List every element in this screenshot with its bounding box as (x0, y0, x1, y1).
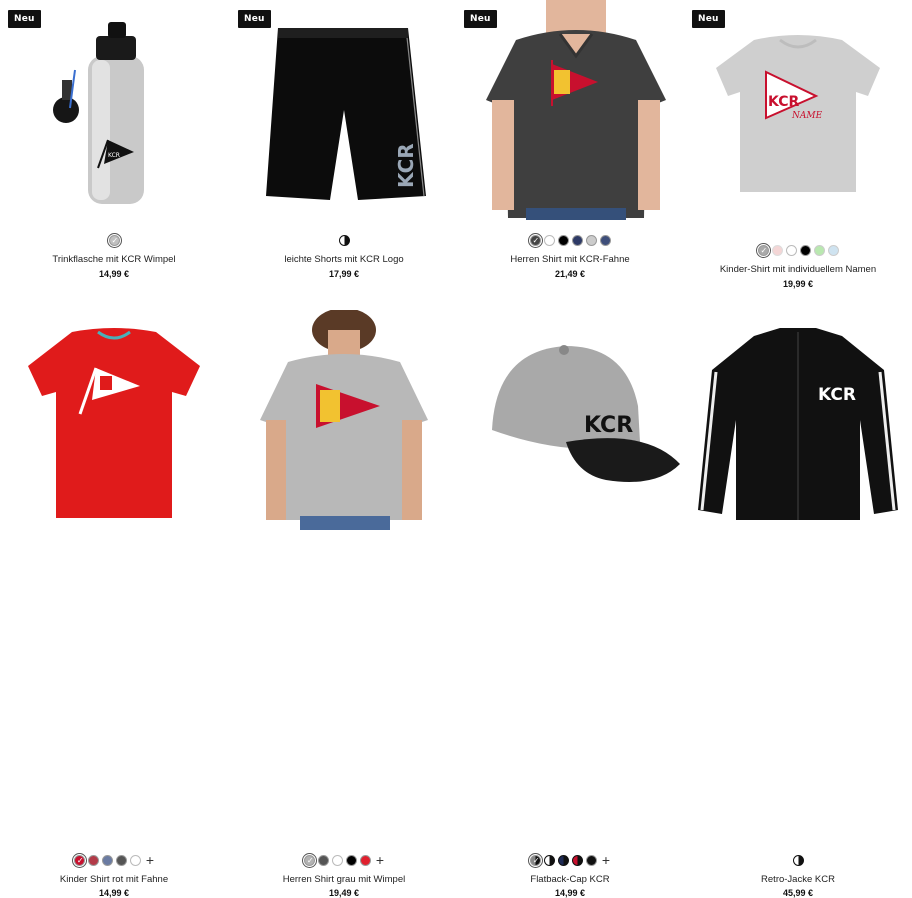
mens-shirt-image (486, 0, 666, 220)
logo-text: KCR (394, 143, 418, 188)
product-price: 21,49 € (554, 269, 586, 279)
color-swatch[interactable] (827, 245, 839, 256)
color-swatch[interactable] (792, 855, 804, 866)
color-swatch[interactable] (771, 245, 783, 256)
mens-grey-shirt-image (260, 310, 428, 530)
new-badge: Neu (238, 10, 271, 28)
name-scribble: NAME (791, 111, 823, 121)
product-price: 45,99 € (782, 888, 814, 898)
color-swatch[interactable]: ✓ (301, 853, 317, 868)
kids-red-shirt-image (28, 328, 200, 518)
color-swatch[interactable] (543, 235, 555, 246)
color-swatches: ✓ (456, 233, 684, 248)
product-price: 14,99 € (554, 888, 586, 898)
color-swatch[interactable] (785, 245, 797, 256)
color-swatch[interactable] (557, 235, 569, 246)
color-swatch[interactable]: ✓ (527, 233, 543, 248)
product-name[interactable]: Retro-Jacke KCR (684, 874, 912, 885)
color-swatch[interactable]: ✓ (527, 853, 543, 868)
cap-image: KCR (492, 345, 680, 482)
product-image[interactable] (456, 0, 684, 220)
color-swatch[interactable] (813, 245, 825, 256)
product-image[interactable]: KCR NAME (684, 0, 912, 220)
color-swatches: ✓ + (0, 853, 228, 868)
product-name[interactable]: Trinkflasche mit KCR Wimpel (0, 254, 228, 265)
color-swatch[interactable] (317, 855, 329, 866)
color-swatches: ✓ (684, 243, 912, 258)
water-bottle-image: KCR (53, 22, 144, 204)
color-swatch[interactable] (585, 235, 597, 246)
color-swatch[interactable]: ✓ (71, 853, 87, 868)
product-price: 19,49 € (328, 888, 360, 898)
color-swatches (230, 235, 458, 246)
product-price: 19,99 € (782, 279, 814, 289)
svg-text:KCR: KCR (108, 152, 120, 159)
color-swatch[interactable]: ✓ (755, 243, 771, 258)
product-image[interactable] (0, 310, 228, 530)
more-colors-icon[interactable]: + (146, 853, 154, 867)
color-swatch[interactable] (557, 855, 569, 866)
color-swatches: ✓ + (456, 853, 684, 868)
product-name[interactable]: Herren Shirt grau mit Wimpel (230, 874, 458, 885)
more-colors-icon[interactable]: + (376, 853, 384, 867)
color-swatch[interactable] (338, 235, 350, 246)
color-swatch[interactable]: ✓ (106, 233, 122, 248)
color-swatch[interactable] (359, 855, 371, 866)
color-swatch[interactable] (571, 235, 583, 246)
logo-text: KCR (584, 413, 633, 438)
color-swatch[interactable] (345, 855, 357, 866)
product-name[interactable]: Kinder-Shirt mit individuellem Namen (684, 264, 912, 275)
more-colors-icon[interactable]: + (602, 853, 610, 867)
logo-text: KCR (818, 385, 856, 405)
product-price: 14,99 € (98, 888, 130, 898)
color-swatch[interactable] (331, 855, 343, 866)
color-swatch[interactable] (585, 855, 597, 866)
color-swatch[interactable] (115, 855, 127, 866)
color-swatches (684, 855, 912, 866)
logo-text: KCR (768, 94, 799, 110)
color-swatch[interactable] (101, 855, 113, 866)
new-badge: Neu (8, 10, 41, 28)
color-swatch[interactable] (599, 235, 611, 246)
product-image[interactable]: KCR (0, 0, 228, 220)
color-swatch[interactable] (129, 855, 141, 866)
kids-shirt-image: KCR NAME (716, 35, 880, 192)
product-image[interactable]: KCR (684, 310, 912, 530)
color-swatches: ✓ + (230, 853, 458, 868)
product-image[interactable] (230, 310, 458, 530)
product-price: 17,99 € (328, 269, 360, 279)
color-swatch[interactable] (571, 855, 583, 866)
product-image[interactable]: KCR (456, 310, 684, 530)
product-name[interactable]: Herren Shirt mit KCR-Fahne (456, 254, 684, 265)
new-badge: Neu (692, 10, 725, 28)
color-swatches: ✓ (0, 233, 228, 248)
product-name[interactable]: leichte Shorts mit KCR Logo (230, 254, 458, 265)
product-name[interactable]: Flatback-Cap KCR (456, 874, 684, 885)
product-price: 14,99 € (98, 269, 130, 279)
retro-jacket-image: KCR (698, 328, 898, 520)
shorts-image: KCR (266, 27, 426, 200)
color-swatch[interactable] (799, 245, 811, 256)
product-image[interactable]: KCR (230, 0, 458, 220)
color-swatch[interactable] (543, 855, 555, 866)
color-swatch[interactable] (87, 855, 99, 866)
new-badge: Neu (464, 10, 497, 28)
product-name[interactable]: Kinder Shirt rot mit Fahne (0, 874, 228, 885)
